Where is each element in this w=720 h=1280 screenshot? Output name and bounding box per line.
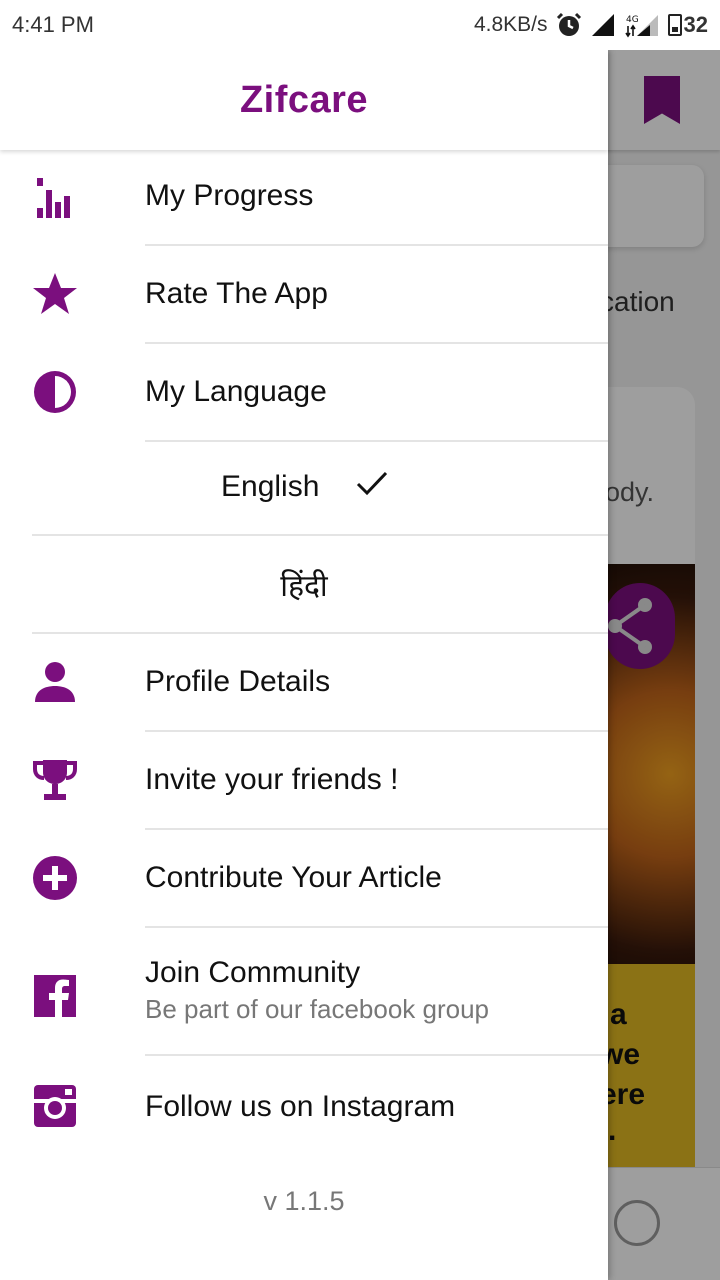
- app-title: Zifcare: [239, 78, 369, 121]
- star-icon: [33, 273, 77, 314]
- menu-label: Profile Details: [145, 665, 331, 698]
- menu-item-profile-details[interactable]: Profile Details: [0, 634, 608, 731]
- app-version: v 1.1.5: [263, 1186, 345, 1216]
- language-label: हिंदी: [280, 570, 328, 603]
- navigation-drawer: Zifcare My Progress Rate The App My Lang…: [0, 50, 608, 1280]
- menu-item-my-progress[interactable]: My Progress: [0, 150, 608, 245]
- menu-label: Rate The App: [145, 277, 328, 310]
- contrast-icon: [34, 371, 76, 413]
- language-option-english[interactable]: English: [0, 442, 608, 534]
- battery-icon: [667, 14, 682, 36]
- language-option-hindi[interactable]: हिंदी: [0, 536, 608, 632]
- status-bar: 4:41 PM 4.8KB/s 4G 32: [0, 0, 720, 50]
- instagram-icon: [34, 1085, 76, 1127]
- checkmark-icon: [356, 471, 388, 496]
- network-speed: 4.8KB/s: [473, 13, 548, 36]
- menu-label: My Progress: [145, 179, 314, 212]
- menu-item-instagram[interactable]: Follow us on Instagram: [0, 1056, 608, 1156]
- menu-sublabel: Be part of our facebook group: [145, 994, 490, 1024]
- menu-item-my-language[interactable]: My Language: [0, 344, 608, 441]
- menu-label: My Language: [145, 375, 327, 408]
- trophy-icon: [33, 760, 77, 800]
- menu-label: Invite your friends !: [145, 763, 399, 796]
- menu-label: Join Community: [145, 956, 361, 989]
- menu-label: Follow us on Instagram: [145, 1090, 456, 1123]
- svg-text:4G: 4G: [626, 15, 639, 25]
- alarm-icon: [556, 12, 581, 36]
- menu-item-rate-app[interactable]: Rate The App: [0, 246, 608, 343]
- status-icons: 4.8KB/s 4G 32: [474, 12, 708, 38]
- battery-indicator: 32: [667, 12, 708, 38]
- screen: 4:41 PM 4.8KB/s 4G 32 cation body. a we …: [0, 0, 720, 1280]
- signal-icon: [591, 14, 614, 36]
- facebook-icon: [34, 975, 76, 1017]
- menu-item-join-community[interactable]: Join Community Be part of our facebook g…: [0, 928, 608, 1055]
- status-time: 4:41 PM: [12, 12, 94, 37]
- menu-item-contribute-article[interactable]: Contribute Your Article: [0, 830, 608, 927]
- menu-item-invite-friends[interactable]: Invite your friends !: [0, 732, 608, 829]
- battery-level: 32: [683, 12, 708, 37]
- mobile-signal-icon: 4G: [624, 15, 658, 38]
- bar-chart-icon: [37, 178, 70, 218]
- add-circle-icon: [33, 856, 77, 900]
- person-icon: [35, 662, 75, 702]
- language-label: English: [221, 470, 320, 503]
- menu-label: Contribute Your Article: [145, 861, 442, 894]
- drawer-header: Zifcare: [0, 50, 608, 150]
